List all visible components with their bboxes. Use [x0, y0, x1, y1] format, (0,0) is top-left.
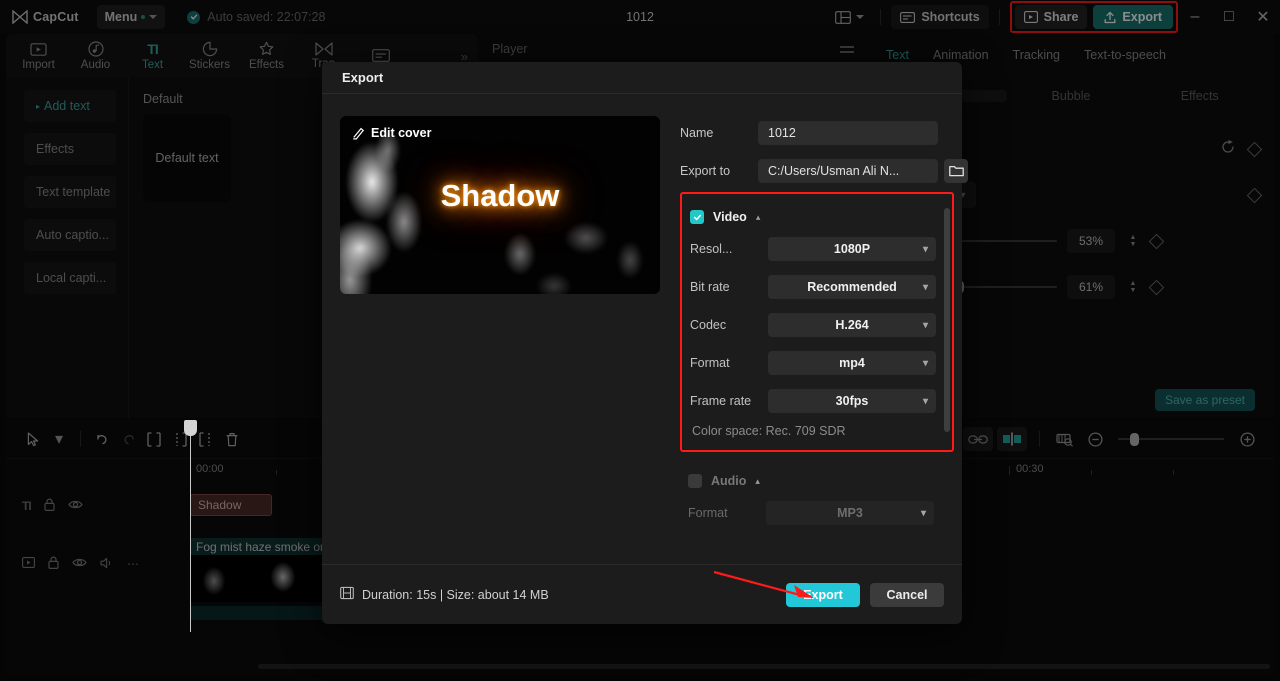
footer-buttons: Export Cancel — [786, 582, 944, 607]
playhead[interactable] — [184, 420, 197, 632]
chevron-down-icon: ▾ — [920, 507, 926, 519]
video-section-label: Video — [713, 210, 747, 224]
codec-value: H.264 — [835, 318, 869, 332]
chevron-up-icon[interactable]: ▴ — [755, 476, 760, 487]
export-to-row: Export to C:/Users/Usman Ali N... — [680, 154, 968, 188]
folder-icon — [948, 165, 964, 177]
framerate-row: Frame rate 30fps ▾ — [690, 382, 942, 420]
format-row: Format mp4 ▾ — [690, 344, 942, 382]
export-confirm-button[interactable]: Export — [786, 582, 860, 607]
chevron-down-icon: ▾ — [922, 281, 928, 293]
bitrate-value: Recommended — [807, 280, 897, 294]
name-label: Name — [680, 126, 714, 140]
codec-select[interactable]: H.264 ▾ — [768, 313, 936, 337]
cancel-button[interactable]: Cancel — [870, 582, 944, 607]
resolution-row: Resol... 1080P ▾ — [690, 230, 942, 268]
export-form: Name 1012 Export to C:/Users/Usman Ali N… — [660, 116, 968, 564]
browse-folder-button[interactable] — [944, 159, 968, 183]
bitrate-label: Bit rate — [690, 280, 730, 294]
video-section-header: Video ▴ — [690, 204, 942, 230]
film-icon — [340, 586, 354, 603]
codec-label: Codec — [690, 318, 727, 332]
name-row: Name 1012 — [680, 116, 968, 150]
cover-column: Shadow Edit cover — [340, 116, 660, 564]
chevron-down-icon: ▾ — [922, 357, 928, 369]
export-dialog-footer: Duration: 15s | Size: about 14 MB Export… — [322, 564, 962, 624]
audio-section-label: Audio — [711, 474, 747, 488]
export-path-input[interactable]: C:/Users/Usman Ali N... — [758, 159, 938, 183]
bitrate-select[interactable]: Recommended ▾ — [768, 275, 936, 299]
video-checkbox[interactable] — [690, 210, 704, 224]
cover-text: Shadow — [440, 178, 560, 213]
framerate-label: Frame rate — [690, 394, 752, 408]
format-label: Format — [690, 356, 730, 370]
chevron-down-icon: ▾ — [922, 395, 928, 407]
bitrate-row: Bit rate Recommended ▾ — [690, 268, 942, 306]
export-dialog: Export Shadow Edit cover Name 1012 Expor… — [322, 62, 968, 624]
chevron-down-icon: ▾ — [922, 243, 928, 255]
export-dialog-title: Export — [342, 70, 384, 85]
capcut-window: CapCut Menu Auto saved: 22:07:28 1012 Sh… — [0, 0, 1280, 681]
video-settings-group: Video ▴ Resol... 1080P ▾ Bit rate Recomm… — [680, 192, 954, 452]
resolution-label: Resol... — [690, 242, 733, 256]
audio-format-value: MP3 — [837, 506, 863, 520]
export-dialog-body: Shadow Edit cover Name 1012 Export to C:… — [322, 94, 968, 564]
chevron-down-icon: ▾ — [922, 319, 928, 331]
format-select[interactable]: mp4 ▾ — [768, 351, 936, 375]
edit-cover-button[interactable]: Edit cover — [352, 126, 431, 140]
audio-format-row: Format MP3 ▾ — [688, 494, 954, 532]
playhead-handle[interactable] — [184, 420, 197, 436]
export-dialog-header: Export — [322, 62, 962, 94]
framerate-value: 30fps — [835, 394, 869, 408]
color-space-text: Color space: Rec. 709 SDR — [692, 424, 846, 438]
resolution-select[interactable]: 1080P ▾ — [768, 237, 936, 261]
format-value: mp4 — [839, 356, 865, 370]
edit-pencil-icon — [353, 127, 365, 140]
duration-text: Duration: 15s | Size: about 14 MB — [362, 587, 549, 602]
name-input[interactable]: 1012 — [758, 121, 938, 145]
cover-preview[interactable]: Shadow Edit cover — [340, 116, 660, 294]
smoke-graphic-right — [490, 204, 660, 294]
resolution-value: 1080P — [833, 242, 871, 256]
audio-format-label: Format — [688, 506, 728, 520]
audio-section-header: Audio ▴ — [688, 468, 954, 494]
audio-settings-group: Audio ▴ Format MP3 ▾ — [680, 468, 954, 532]
framerate-select[interactable]: 30fps ▾ — [768, 389, 936, 413]
codec-row: Codec H.264 ▾ — [690, 306, 942, 344]
audio-format-select[interactable]: MP3 ▾ — [766, 501, 934, 525]
video-settings-scrollbar[interactable] — [944, 208, 950, 432]
edit-cover-label: Edit cover — [371, 126, 432, 140]
export-to-label: Export to — [680, 164, 731, 178]
audio-checkbox[interactable] — [688, 474, 702, 488]
duration-info: Duration: 15s | Size: about 14 MB — [340, 586, 549, 603]
chevron-up-icon[interactable]: ▴ — [756, 212, 761, 223]
